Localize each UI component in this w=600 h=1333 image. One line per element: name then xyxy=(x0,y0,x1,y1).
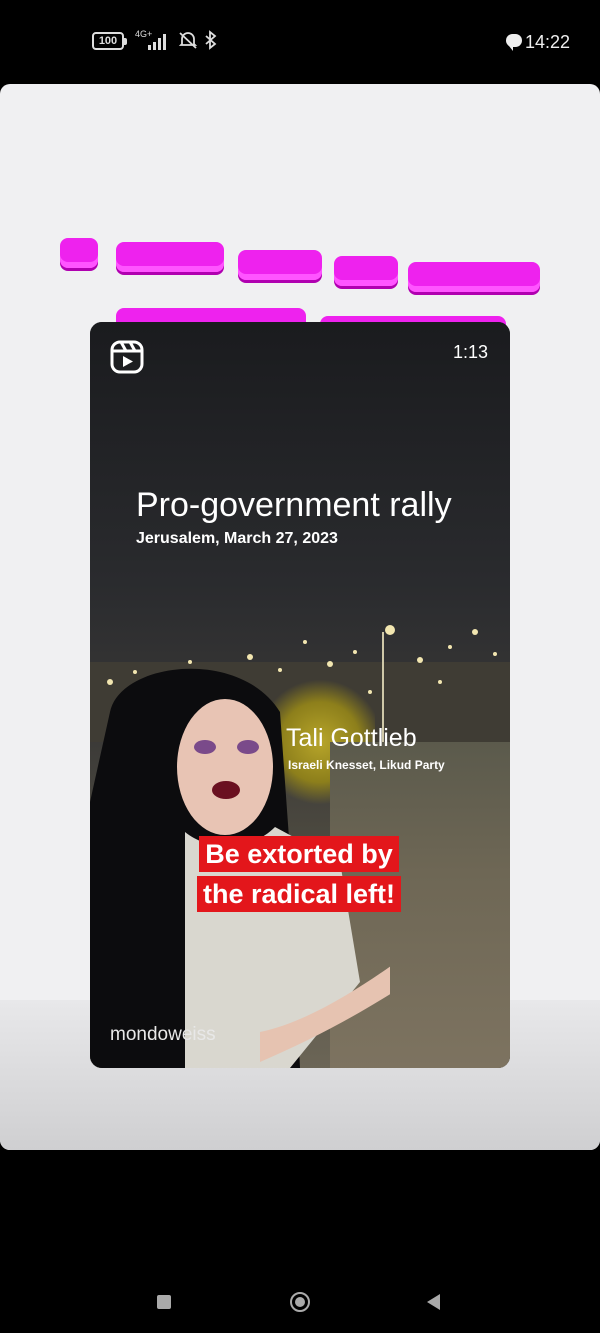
source-watermark: mondoweiss xyxy=(110,1024,216,1045)
mute-icon xyxy=(178,30,198,55)
clock: 14:22 xyxy=(524,32,570,52)
back-icon[interactable] xyxy=(427,1294,440,1310)
video-duration: 1:13 xyxy=(452,342,488,362)
status-bar: 100 4G+ 14:22 xyxy=(0,0,600,84)
bluetooth-icon xyxy=(204,30,218,55)
caption-line-2: the radical left! xyxy=(196,876,402,912)
speaker-role: Israeli Knesset, Likud Party xyxy=(288,758,445,772)
speaker-name: Tali Gottlieb xyxy=(286,724,417,752)
home-icon[interactable] xyxy=(290,1292,310,1312)
video-headline: Pro-government rally xyxy=(136,486,452,524)
recent-apps-icon[interactable] xyxy=(157,1295,171,1309)
signal-icon xyxy=(148,33,170,50)
chat-icon xyxy=(506,34,522,51)
caption-line-1: Be extorted by xyxy=(199,836,399,872)
subtitle-caption: Be extorted by the radical left! xyxy=(186,834,412,914)
video-dateline: Jerusalem, March 27, 2023 xyxy=(136,530,338,547)
system-nav-bar xyxy=(0,1260,600,1333)
video-thumbnail[interactable]: 1:13 Pro-government rally Jerusalem, Mar… xyxy=(90,322,510,1068)
battery-icon: 100 xyxy=(92,32,127,50)
reels-icon xyxy=(110,340,144,374)
